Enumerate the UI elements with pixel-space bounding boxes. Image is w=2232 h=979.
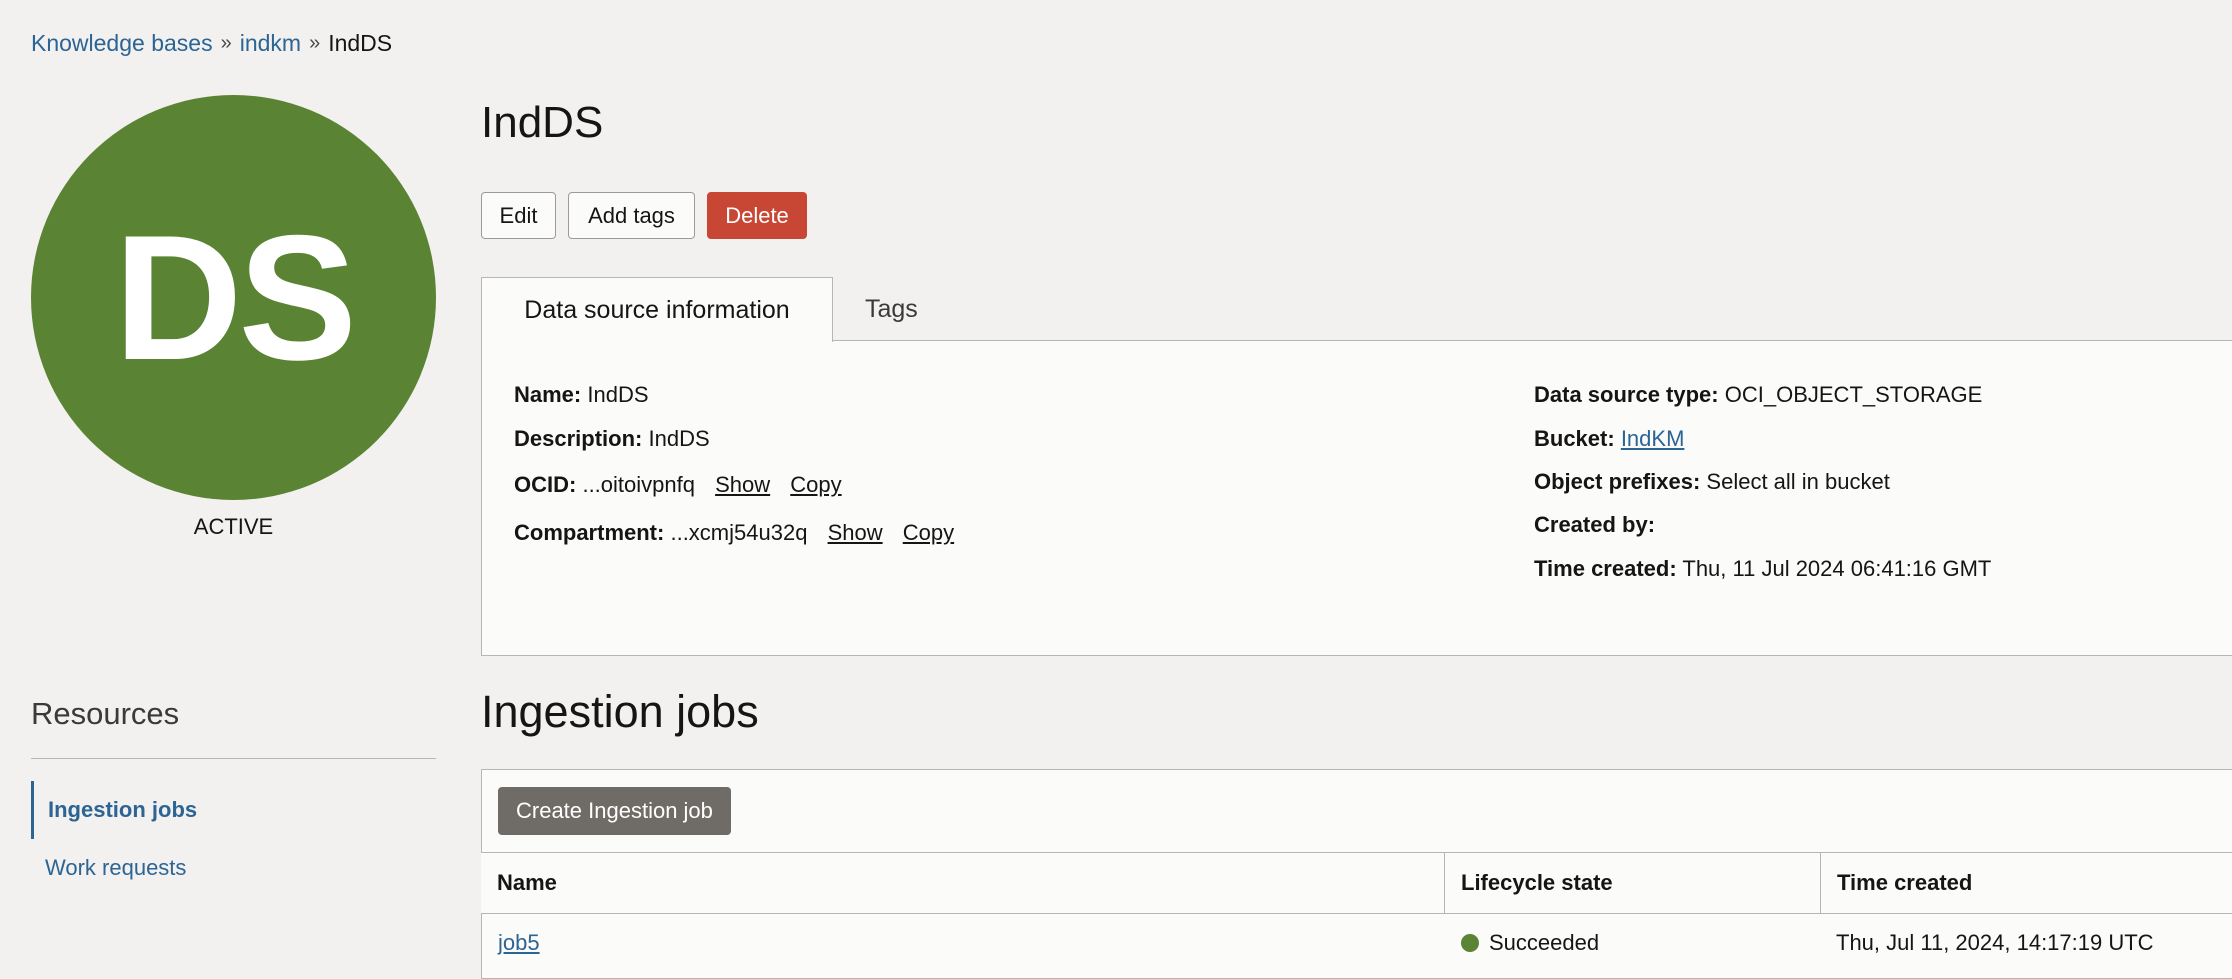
column-header-lifecycle-state[interactable]: Lifecycle state xyxy=(1444,853,1820,913)
info-created-by-row: Created by: xyxy=(1534,512,1655,538)
info-time-created-row: Time created: Thu, 11 Jul 2024 06:41:16 … xyxy=(1534,556,1991,582)
info-compartment-row: Compartment: ...xcmj54u32q Show Copy xyxy=(514,520,954,546)
info-label: Name: xyxy=(514,382,582,407)
breadcrumb: Knowledge bases » indkm » IndDS xyxy=(31,30,392,57)
create-ingestion-job-button[interactable]: Create Ingestion job xyxy=(498,787,731,835)
info-bucket-row: Bucket: IndKM xyxy=(1534,426,1684,452)
info-value: OCI_OBJECT_STORAGE xyxy=(1724,382,1983,407)
info-value: IndDS xyxy=(648,426,710,451)
job-name-link[interactable]: job5 xyxy=(498,930,540,956)
column-header-name[interactable]: Name xyxy=(481,853,1444,913)
info-value: ...oitoivpnfq xyxy=(582,472,695,497)
ocid-copy-link[interactable]: Copy xyxy=(790,472,841,497)
info-prefixes-row: Object prefixes: Select all in bucket xyxy=(1534,469,1890,495)
compartment-copy-link[interactable]: Copy xyxy=(903,520,954,545)
info-label: Data source type: xyxy=(1534,382,1719,407)
compartment-show-link[interactable]: Show xyxy=(828,520,883,545)
edit-button[interactable]: Edit xyxy=(481,192,556,239)
job-time-created-cell: Thu, Jul 11, 2024, 14:17:19 UTC xyxy=(1836,930,2154,956)
job-state-label: Succeeded xyxy=(1489,930,1600,955)
ingestion-jobs-heading: Ingestion jobs xyxy=(481,686,759,737)
info-label: OCID: xyxy=(514,472,577,497)
tab-data-source-information[interactable]: Data source information xyxy=(481,277,833,342)
breadcrumb-knowledge-bases[interactable]: Knowledge bases xyxy=(31,30,213,57)
info-name-row: Name: IndDS xyxy=(514,382,649,408)
info-value: IndDS xyxy=(587,382,649,407)
success-status-icon xyxy=(1461,934,1479,952)
job-state-cell: Succeeded xyxy=(1461,930,1599,956)
sidebar-item-ingestion-jobs[interactable]: Ingestion jobs xyxy=(31,781,436,839)
info-label: Description: xyxy=(514,426,643,451)
add-tags-button[interactable]: Add tags xyxy=(568,192,695,239)
breadcrumb-indkm[interactable]: indkm xyxy=(240,30,301,57)
avatar-initials: DS xyxy=(113,198,357,397)
delete-button[interactable]: Delete xyxy=(707,192,807,239)
info-label: Compartment: xyxy=(514,520,665,545)
info-label: Time created: xyxy=(1534,556,1677,581)
job-name-cell: job5 xyxy=(498,930,540,956)
info-description-row: Description: IndDS xyxy=(514,426,710,452)
sidebar-item-work-requests[interactable]: Work requests xyxy=(31,839,436,897)
job-time-created: Thu, Jul 11, 2024, 14:17:19 UTC xyxy=(1836,930,2154,955)
breadcrumb-separator: » xyxy=(220,32,232,54)
sidebar-item-label: Work requests xyxy=(45,855,187,880)
resources-divider xyxy=(31,758,436,759)
breadcrumb-separator: » xyxy=(309,32,321,54)
info-type-row: Data source type: OCI_OBJECT_STORAGE xyxy=(1534,382,1982,408)
sidebar-item-label: Ingestion jobs xyxy=(48,797,198,822)
page-title: IndDS xyxy=(481,98,604,147)
resource-avatar: DS xyxy=(31,95,436,500)
resources-heading: Resources xyxy=(31,696,180,731)
info-value: Select all in bucket xyxy=(1706,469,1890,494)
info-ocid-row: OCID: ...oitoivpnfq Show Copy xyxy=(514,472,842,498)
table-header: Name Lifecycle state Time created xyxy=(481,852,2232,914)
column-header-time-created[interactable]: Time created xyxy=(1820,853,2232,913)
bucket-link[interactable]: IndKM xyxy=(1621,426,1685,451)
breadcrumb-current: IndDS xyxy=(328,30,393,56)
tab-tags[interactable]: Tags xyxy=(865,277,918,341)
info-label: Object prefixes: xyxy=(1534,469,1701,494)
ocid-show-link[interactable]: Show xyxy=(715,472,770,497)
info-value: Thu, 11 Jul 2024 06:41:16 GMT xyxy=(1682,556,1992,581)
status-label: ACTIVE xyxy=(193,514,274,539)
info-value: ...xcmj54u32q xyxy=(670,520,808,545)
info-label: Created by: xyxy=(1534,512,1656,537)
info-label: Bucket: xyxy=(1534,426,1615,451)
